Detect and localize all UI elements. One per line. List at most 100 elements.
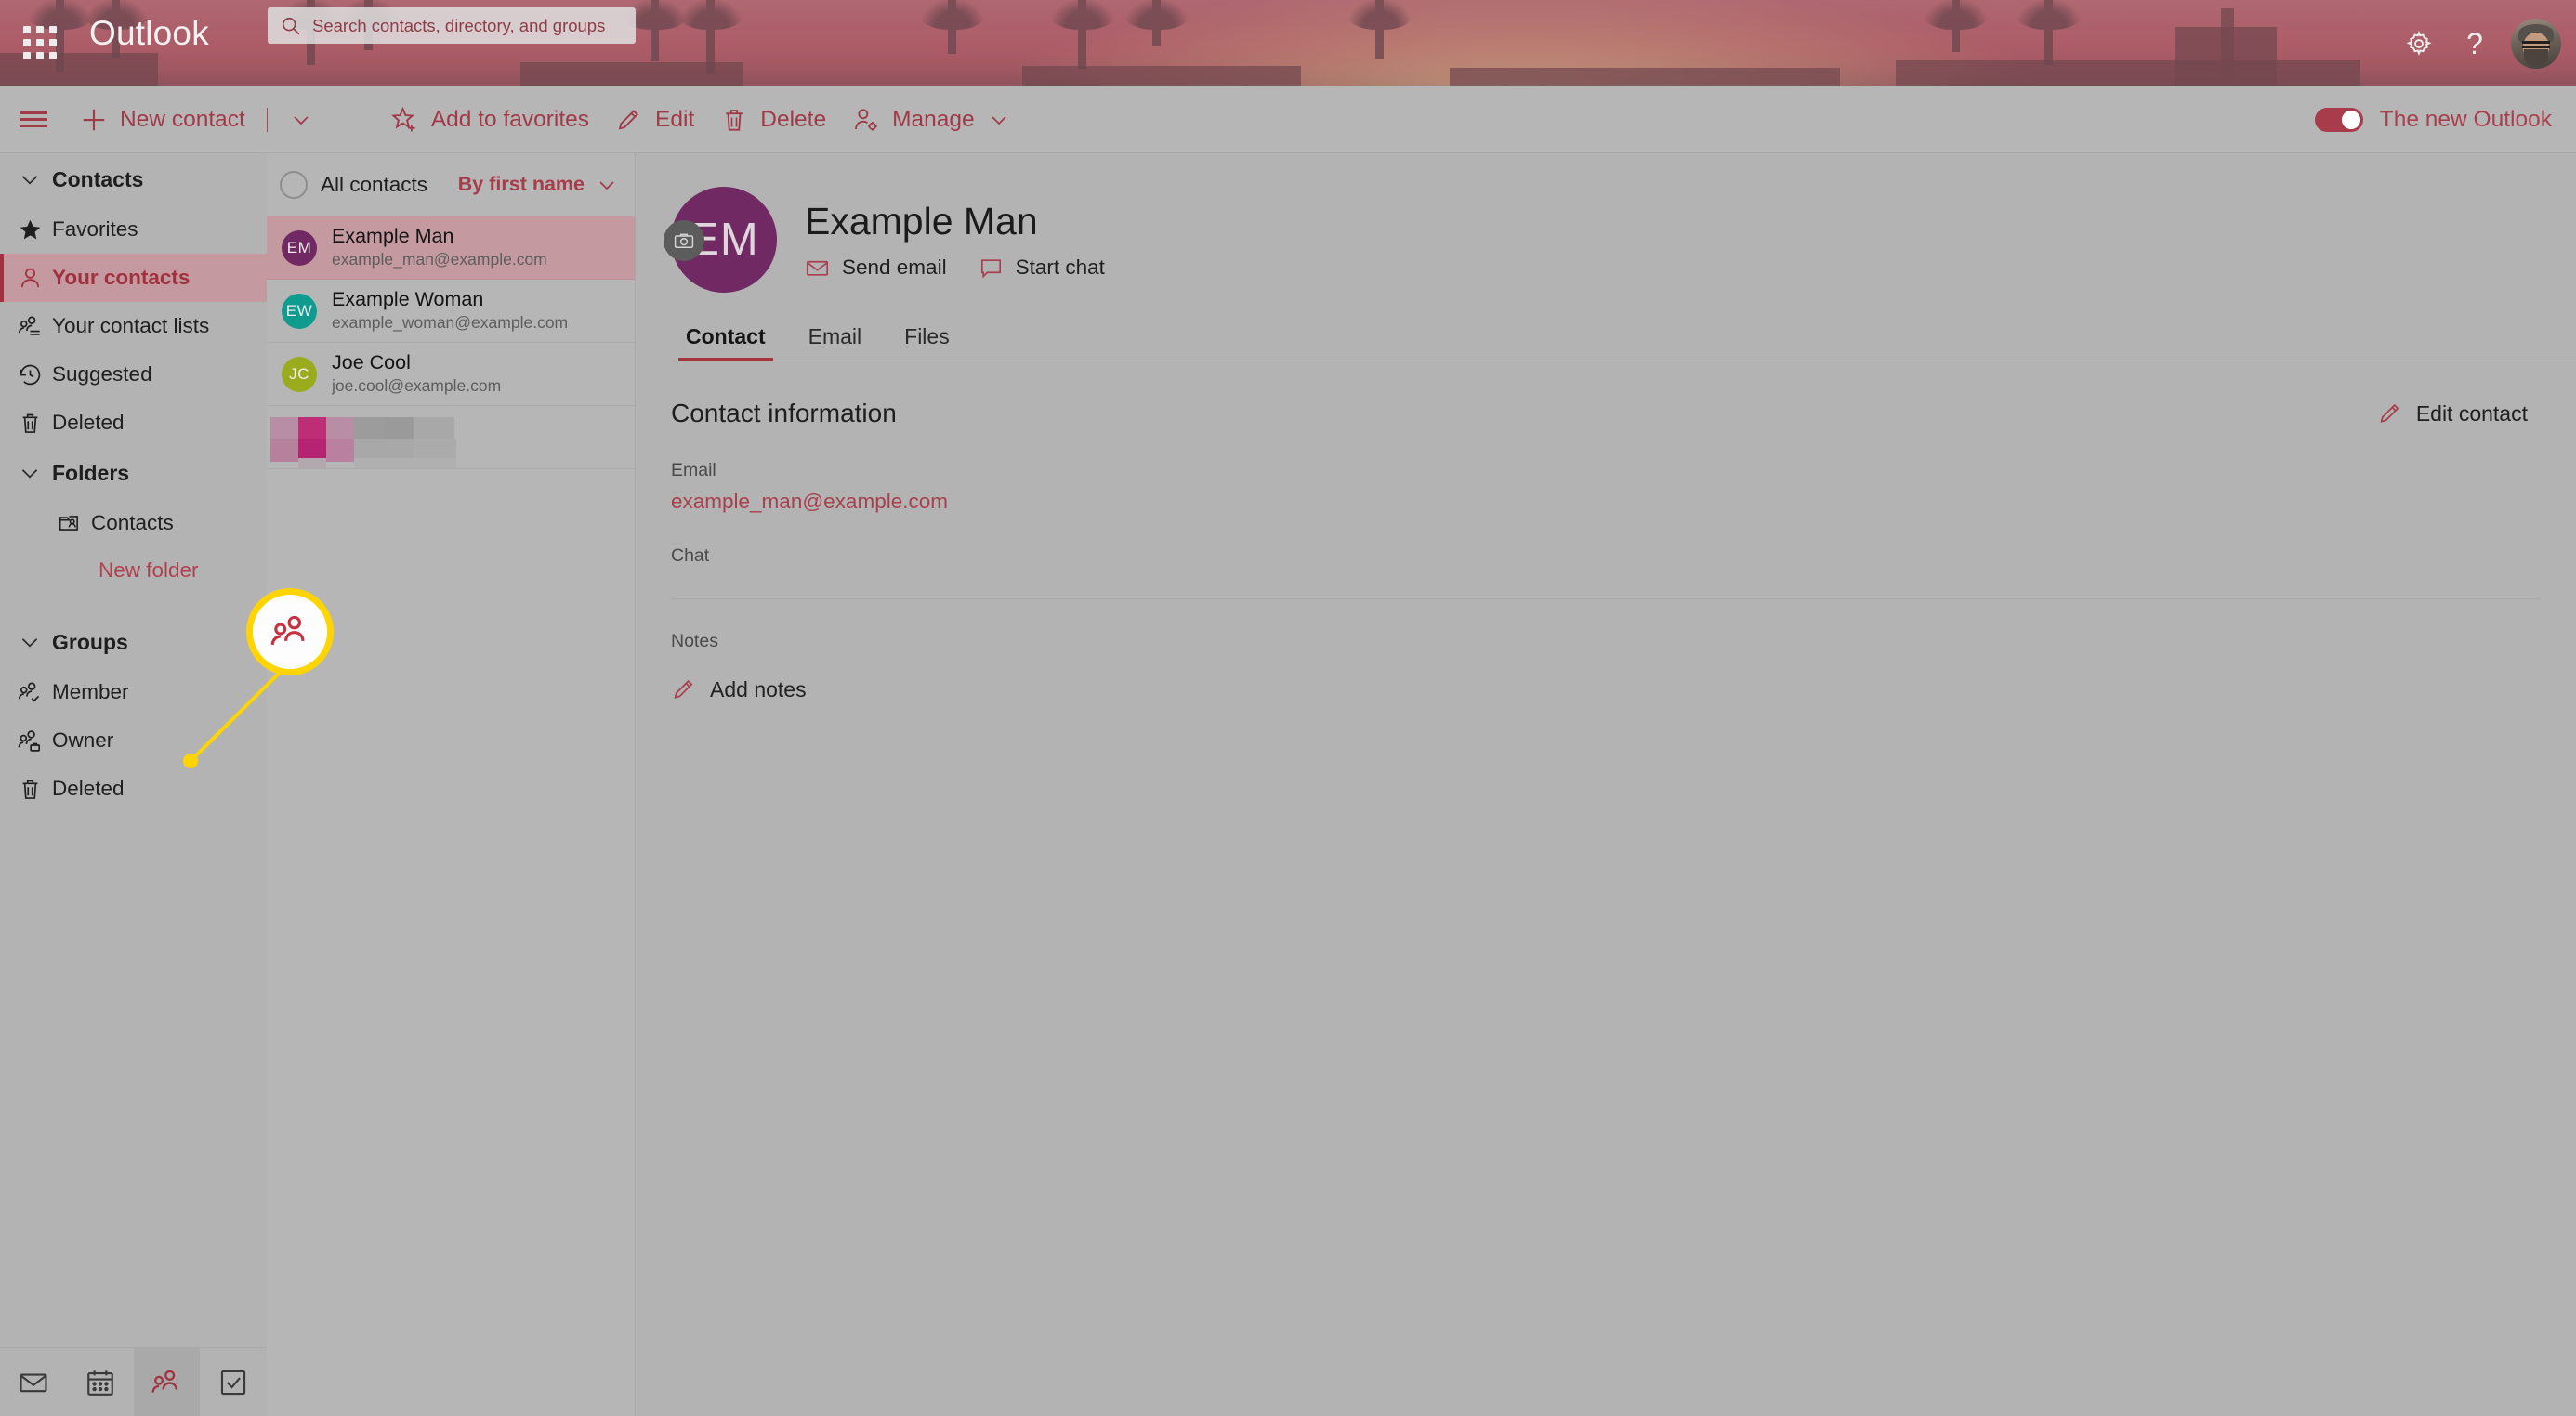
- sort-label: By first name: [457, 173, 585, 195]
- new-contact-button[interactable]: New contact: [67, 86, 326, 153]
- new-folder-link[interactable]: New folder: [0, 547, 267, 594]
- sidebar-group-label: Folders: [52, 460, 130, 485]
- manage-label: Manage: [892, 106, 975, 132]
- field-chat: Chat: [636, 514, 2576, 567]
- envelope-icon: [806, 260, 829, 276]
- detail-header-text: Example Man Send email Start chat: [805, 199, 1105, 280]
- sort-dropdown[interactable]: By first name: [458, 173, 618, 196]
- avatar-initials: EM: [286, 238, 312, 256]
- table-row[interactable]: EW Example Woman example_woman@example.c…: [267, 280, 635, 343]
- selection-circle-icon[interactable]: [280, 170, 308, 199]
- new-outlook-label: The new Outlook: [2379, 106, 2552, 132]
- sidebar-item-label: Favorites: [52, 217, 138, 241]
- trash-icon: [726, 109, 743, 131]
- start-chat-button[interactable]: Start chat: [979, 256, 1105, 281]
- detail-header: EM Example Man Send email Start chat: [636, 153, 2576, 293]
- bottom-nav-tasks[interactable]: [200, 1348, 267, 1416]
- history-clock-icon: [7, 362, 52, 387]
- hamburger-menu-icon[interactable]: [0, 86, 67, 153]
- plus-icon: [83, 109, 105, 130]
- new-outlook-toggle[interactable]: [2314, 107, 2363, 132]
- contacts-folder-icon: [48, 511, 91, 535]
- field-value-email[interactable]: example_man@example.com: [671, 490, 2541, 514]
- sidebar-group-groups[interactable]: Groups: [0, 616, 267, 668]
- tab-email[interactable]: Email: [794, 324, 877, 361]
- chevron-down-icon[interactable]: [289, 108, 313, 132]
- bottom-nav-mail[interactable]: [0, 1348, 67, 1416]
- search-icon: [282, 17, 300, 34]
- chevron-down-icon: [7, 630, 52, 654]
- sidebar-group-label: Groups: [52, 629, 128, 654]
- sidebar-item-your-contact-lists[interactable]: Your contact lists: [0, 302, 267, 350]
- bottom-nav-people[interactable]: [133, 1348, 201, 1416]
- avatar: EM: [664, 187, 777, 293]
- page-title: Example Man: [805, 200, 1038, 243]
- command-bar: New contact Add to favorites Edit Delete…: [0, 86, 2576, 153]
- sidebar-group-contacts[interactable]: Contacts: [0, 153, 267, 205]
- contact-list-icon: [7, 314, 52, 339]
- avatar[interactable]: [2511, 18, 2561, 69]
- pencil-icon: [618, 109, 639, 130]
- top-bar: Outlook Search contacts, directory, and …: [0, 0, 2576, 86]
- sidebar-item-favorites[interactable]: Favorites: [0, 205, 267, 254]
- tab-contact[interactable]: Contact: [671, 324, 781, 361]
- sidebar-item-label: Your contact lists: [52, 314, 210, 337]
- manage-button[interactable]: Manage: [839, 86, 1024, 153]
- bottom-nav-calendar[interactable]: [67, 1348, 134, 1416]
- sidebar-group-item-label: Owner: [52, 728, 114, 752]
- camera-icon[interactable]: [664, 220, 704, 261]
- trash-icon: [7, 411, 52, 436]
- add-notes-button[interactable]: Add notes: [671, 676, 2576, 702]
- contact-text: Joe Cool joe.cool@example.com: [332, 350, 501, 398]
- app-launcher-icon[interactable]: [7, 9, 72, 76]
- add-notes-label: Add notes: [710, 676, 807, 701]
- people-icon: [151, 1370, 178, 1393]
- edit-contact-label: Edit contact: [2415, 400, 2528, 426]
- sidebar-group-folders[interactable]: Folders: [0, 447, 267, 499]
- contact-email: joe.cool@example.com: [332, 376, 502, 396]
- delete-button[interactable]: Delete: [707, 86, 839, 153]
- notes-label: Notes: [671, 631, 718, 651]
- avatar: EW: [282, 293, 317, 329]
- contact-email: example_man@example.com: [332, 250, 547, 269]
- people-check-icon: [7, 680, 52, 705]
- sidebar-item-your-contacts[interactable]: Your contacts: [0, 254, 267, 302]
- question-mark-icon[interactable]: ?: [2450, 19, 2500, 69]
- avatar-initials: EW: [285, 301, 313, 320]
- field-label: Email: [671, 460, 716, 480]
- star-add-icon: [390, 106, 415, 131]
- contact-detail-pane: EM Example Man Send email Start chat Con…: [636, 153, 2576, 1416]
- edit-button[interactable]: Edit: [602, 86, 707, 153]
- contact-list-header: All contacts By first name: [267, 153, 635, 216]
- chevron-down-icon: [7, 461, 52, 485]
- new-outlook-area: The new Outlook: [2314, 106, 2576, 133]
- sidebar-group-owner[interactable]: Owner: [0, 716, 267, 765]
- sidebar-item-deleted[interactable]: Deleted: [0, 399, 267, 447]
- table-row[interactable]: EM Example Man example_man@example.com: [267, 216, 635, 280]
- contact-information-header: Contact information Edit contact: [636, 361, 2576, 428]
- sidebar-item-suggested[interactable]: Suggested: [0, 350, 267, 399]
- contact-information-title: Contact information: [671, 399, 897, 427]
- sidebar-group-member[interactable]: Member: [0, 668, 267, 716]
- person-settings-icon: [855, 108, 877, 131]
- send-email-button[interactable]: Send email: [805, 256, 947, 281]
- contact-name: Example Man: [332, 225, 454, 248]
- sidebar-folder-contacts[interactable]: Contacts: [0, 499, 267, 547]
- edit-contact-button[interactable]: Edit contact: [2377, 400, 2528, 426]
- chevron-down-icon[interactable]: [987, 108, 1011, 132]
- contact-list-pane: All contacts By first name EM Example Ma…: [267, 153, 636, 1416]
- new-contact-label: New contact: [120, 106, 245, 132]
- table-row-redacted[interactable]: [267, 406, 635, 469]
- sidebar-group-item-label: Member: [52, 680, 129, 703]
- gear-icon[interactable]: [2394, 19, 2444, 69]
- search-input[interactable]: Search contacts, directory, and groups: [268, 7, 636, 44]
- person-icon: [7, 266, 52, 291]
- delete-label: Delete: [760, 106, 827, 132]
- tab-files[interactable]: Files: [889, 324, 965, 361]
- table-row[interactable]: JC Joe Cool joe.cool@example.com: [267, 343, 635, 406]
- people-icon: [270, 615, 305, 646]
- send-email-label: Send email: [842, 256, 947, 280]
- sidebar-group-deleted[interactable]: Deleted: [0, 765, 267, 813]
- search-placeholder: Search contacts, directory, and groups: [312, 15, 606, 35]
- add-to-favorites-button[interactable]: Add to favorites: [378, 86, 602, 153]
